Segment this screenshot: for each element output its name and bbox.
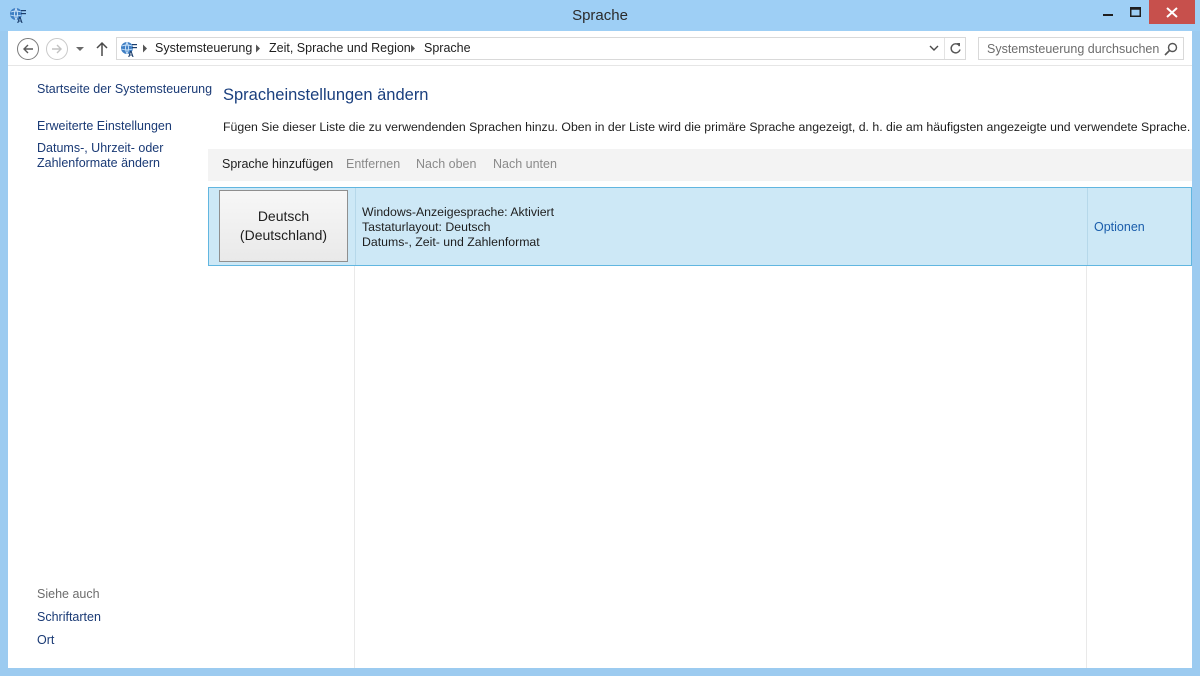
language-tile[interactable]: Deutsch (Deutschland)	[219, 190, 348, 262]
language-toolbar: Sprache hinzufügen Entfernen Nach oben N…	[208, 149, 1192, 181]
breadcrumb-zeit-sprache-region[interactable]: Zeit, Sprache und Region	[269, 41, 411, 55]
close-button[interactable]	[1149, 0, 1195, 24]
refresh-button[interactable]	[944, 38, 966, 59]
add-language-button[interactable]: Sprache hinzufügen	[222, 157, 333, 171]
search-box[interactable]	[978, 37, 1184, 60]
language-list: Deutsch (Deutschland) Windows-Anzeigespr…	[208, 187, 1192, 668]
chevron-down-icon[interactable]	[74, 44, 86, 54]
sidebar-location-link[interactable]: Ort	[37, 633, 54, 648]
move-up-button[interactable]: Nach oben	[416, 157, 476, 171]
navigation-bar: A Systemsteuerung Zeit, Sprache und Regi…	[8, 31, 1192, 66]
search-input[interactable]	[979, 38, 1159, 59]
language-region: (Deutschland)	[239, 227, 328, 243]
sidebar-date-format-link-line2[interactable]: Zahlenformate ändern	[37, 156, 160, 171]
breadcrumb-separator-icon[interactable]	[142, 44, 148, 53]
window-title: Sprache	[572, 7, 628, 24]
display-language-status: Windows-Anzeigesprache: Aktiviert	[362, 205, 555, 219]
close-icon	[1166, 6, 1178, 18]
breadcrumb-sprache[interactable]: Sprache	[424, 41, 471, 55]
language-row[interactable]: Deutsch (Deutschland) Windows-Anzeigespr…	[208, 187, 1192, 266]
column-divider	[355, 188, 356, 265]
maximize-button[interactable]	[1122, 0, 1148, 24]
title-bar[interactable]: A Sprache	[0, 0, 1200, 31]
breadcrumb-separator-icon[interactable]	[410, 44, 416, 53]
language-options-link[interactable]: Optionen	[1094, 220, 1145, 234]
keyboard-layout: Tastaturlayout: Deutsch	[362, 220, 491, 234]
refresh-icon	[950, 43, 961, 54]
language-name: Deutsch	[257, 208, 310, 224]
move-down-button[interactable]: Nach unten	[493, 157, 557, 171]
chevron-down-icon	[929, 45, 939, 51]
maximize-icon	[1129, 7, 1141, 17]
page-description: Fügen Sie dieser Liste die zu verwendend…	[223, 120, 1191, 134]
control-panel-icon: A	[121, 41, 137, 58]
forward-button[interactable]	[46, 38, 68, 60]
control-panel-window: A Sprache A Systemsteuerung Zeit, Sprach…	[0, 0, 1200, 676]
up-arrow-icon[interactable]	[94, 40, 110, 58]
forward-arrow-icon	[52, 44, 62, 54]
sidebar-date-format-link[interactable]: Datums-, Uhrzeit- oder	[37, 141, 163, 156]
column-divider	[1087, 188, 1088, 265]
sidebar-fonts-link[interactable]: Schriftarten	[37, 610, 101, 625]
address-history-dropdown[interactable]	[925, 38, 943, 59]
sidebar-advanced-settings-link[interactable]: Erweiterte Einstellungen	[37, 119, 172, 134]
language-details: Windows-Anzeigesprache: Aktiviert Tastat…	[362, 205, 554, 250]
minimize-button[interactable]	[1095, 0, 1121, 24]
sidebar-home-link[interactable]: Startseite der Systemsteuerung	[37, 82, 212, 97]
see-also-label: Siehe auch	[37, 587, 100, 601]
minimize-icon	[1103, 14, 1113, 16]
format-info: Datums-, Zeit- und Zahlenformat	[362, 235, 540, 249]
svg-text:A: A	[128, 50, 134, 58]
address-bar[interactable]: A Systemsteuerung Zeit, Sprache und Regi…	[116, 37, 966, 60]
search-icon[interactable]	[1164, 42, 1178, 56]
page-heading: Spracheinstellungen ändern	[223, 86, 429, 104]
content-area: Startseite der Systemsteuerung Erweitert…	[8, 66, 1192, 668]
back-arrow-icon	[23, 44, 33, 54]
breadcrumb-separator-icon[interactable]	[255, 44, 261, 53]
remove-button[interactable]: Entfernen	[346, 157, 400, 171]
breadcrumb-systemsteuerung[interactable]: Systemsteuerung	[155, 41, 252, 55]
back-button[interactable]	[17, 38, 39, 60]
